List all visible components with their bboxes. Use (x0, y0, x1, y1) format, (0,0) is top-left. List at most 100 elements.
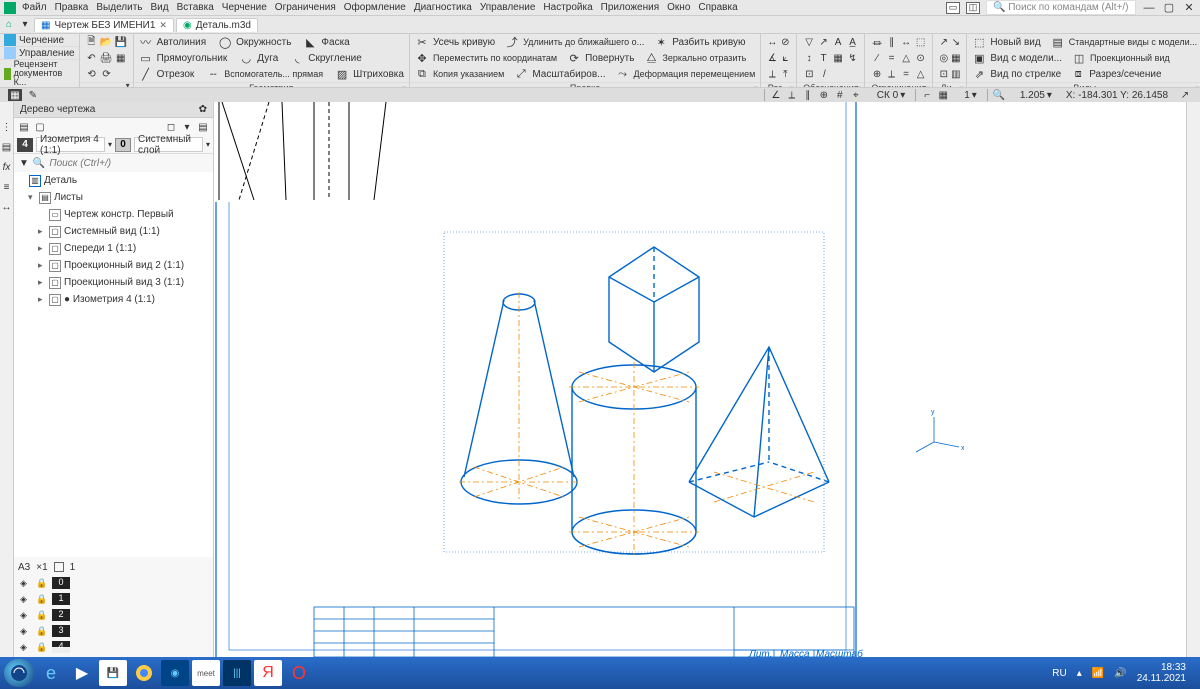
rect-button[interactable]: Прямоугольник (157, 53, 228, 64)
arc-icon[interactable]: ◡ (239, 51, 253, 65)
copy-icon[interactable]: ⧉ (415, 67, 429, 81)
dim5-icon[interactable]: ⟂ (766, 67, 778, 81)
tb-meet-icon[interactable]: meet (192, 660, 220, 686)
tb-save-icon[interactable]: 💾 (99, 660, 127, 686)
stdviews-icon[interactable]: ▤ (1051, 35, 1065, 49)
projview-icon[interactable]: ◫ (1072, 51, 1086, 65)
layer-row[interactable]: ◈🔒3 (18, 623, 209, 639)
move-button[interactable]: Переместить по координатам (433, 54, 557, 63)
new-icon[interactable]: 🗎 (85, 35, 99, 49)
sb-anchor-icon[interactable]: ⌖ (849, 89, 863, 101)
tree-sheet1[interactable]: Чертеж констр. Первый (64, 209, 174, 220)
sb-grid-icon[interactable]: ▦ (8, 89, 22, 101)
trim-icon[interactable]: ✂ (415, 35, 429, 49)
tb-vol-icon[interactable]: 🔊 (1114, 668, 1126, 679)
tree-filter-icon[interactable]: ▼ (19, 158, 29, 169)
command-search[interactable]: 🔍 Поиск по командам (Alt+/) (986, 0, 1136, 15)
prop-icon[interactable]: ▦ (114, 51, 128, 65)
c4-icon[interactable]: ⬚ (914, 35, 928, 49)
dim3-icon[interactable]: ∡ (766, 51, 778, 65)
menu-constraints[interactable]: Ограничения (275, 2, 336, 13)
tb-wmp-icon[interactable]: ▶ (68, 660, 96, 686)
d6-icon[interactable]: ▥ (950, 67, 961, 81)
orient-box[interactable] (54, 562, 64, 572)
c6-icon[interactable]: = (885, 51, 899, 65)
c7-icon[interactable]: △ (899, 51, 913, 65)
lm-sheet-icon[interactable]: ▤ (1, 142, 13, 154)
ann10-icon[interactable]: / (817, 67, 831, 81)
ann9-icon[interactable]: ⊡ (802, 67, 816, 81)
tb-lang[interactable]: RU (1052, 668, 1066, 679)
mirror-icon[interactable]: ⧋ (644, 51, 658, 65)
save-icon[interactable]: 💾 (114, 35, 128, 49)
hatch-button[interactable]: Штриховка (353, 69, 404, 80)
lm-list-icon[interactable]: ≡ (1, 182, 13, 194)
chamfer-icon[interactable]: ◣ (303, 35, 317, 49)
menu-help[interactable]: Справка (698, 2, 737, 13)
tb-clock[interactable]: 18:3324.11.2021 (1137, 662, 1186, 684)
dim4-icon[interactable]: ⟀ (779, 51, 791, 65)
chamfer-button[interactable]: Фаска (321, 37, 349, 48)
layer-row[interactable]: ◈🔒1 (18, 591, 209, 607)
tree-view3[interactable]: Проекционный вид 3 (1:1) (64, 277, 184, 288)
c9-icon[interactable]: ⊕ (870, 67, 884, 81)
tb-stripes-icon[interactable]: ||| (223, 660, 251, 686)
tab-dd-icon[interactable]: ▾ (18, 18, 32, 32)
fillet-button[interactable]: Скругление (308, 53, 362, 64)
arrowview-button[interactable]: Вид по стрелке (990, 69, 1061, 80)
tree-view4[interactable]: ● Изометрия 4 (1:1) (64, 294, 155, 305)
section-icon[interactable]: ⧈ (1071, 67, 1085, 81)
d2-icon[interactable]: ↘ (950, 35, 961, 49)
deform-button[interactable]: Деформация перемещением (633, 70, 755, 79)
fillet-icon[interactable]: ◟ (290, 51, 304, 65)
view-combo[interactable]: Изометрия 4 (1:1) (36, 137, 105, 152)
tp-i4-icon[interactable]: ▾ (180, 120, 194, 134)
layer-row[interactable]: ◈🔒4 (18, 639, 209, 655)
menu-file[interactable]: Файл (22, 2, 47, 13)
segment-button[interactable]: Отрезок (157, 69, 195, 80)
menu-settings[interactable]: Настройка (543, 2, 592, 13)
lm-fx-icon[interactable]: fx (1, 162, 13, 174)
constrline-icon[interactable]: ╌ (206, 67, 220, 81)
tp-i3-icon[interactable]: ◻ (164, 120, 178, 134)
fwd-icon[interactable]: ⟳ (100, 67, 114, 81)
extend-icon[interactable]: ⤴ (505, 35, 519, 49)
menu-apps[interactable]: Приложения (601, 2, 660, 13)
maximize-button[interactable]: ▢ (1162, 3, 1176, 13)
d3-icon[interactable]: ◎ (938, 51, 949, 65)
menu-window[interactable]: Окно (667, 2, 690, 13)
rect-icon[interactable]: ▭ (139, 51, 153, 65)
minimize-button[interactable]: — (1142, 3, 1156, 13)
tree-gear-icon[interactable]: ✿ (199, 104, 207, 115)
ann4-icon[interactable]: A̲ (846, 35, 860, 49)
sko-combo[interactable]: СК 0 ▾ (873, 90, 909, 101)
ribbon-tab-drawing[interactable]: Черчение (0, 34, 79, 47)
ann7-icon[interactable]: ▦ (831, 51, 845, 65)
arrowview-icon[interactable]: ⇗ (972, 67, 986, 81)
move-icon[interactable]: ✥ (415, 51, 429, 65)
tree-view1[interactable]: Спереди 1 (1:1) (64, 243, 136, 254)
sb-cs2-icon[interactable]: ▦ (936, 89, 950, 101)
tab-close-icon[interactable]: ✕ (159, 20, 167, 31)
segment-icon[interactable]: ╱ (139, 67, 153, 81)
section-button[interactable]: Разрез/сечение (1089, 69, 1161, 80)
c5-icon[interactable]: ∕ (870, 51, 884, 65)
sb-last-icon[interactable]: ↗ (1178, 89, 1192, 101)
tb-ie-icon[interactable]: e (37, 660, 65, 686)
ann6-icon[interactable]: T (817, 51, 831, 65)
tab-part[interactable]: ◉Деталь.m3d (176, 18, 258, 32)
menu-diag[interactable]: Диагностика (414, 2, 472, 13)
break-button[interactable]: Разбить кривую (672, 37, 745, 48)
circle-icon[interactable]: ◯ (218, 35, 232, 49)
layer-row[interactable]: ◈🔒0 (18, 575, 209, 591)
projview-button[interactable]: Проекционный вид (1090, 54, 1170, 63)
layout2-icon[interactable]: ◫ (966, 2, 980, 14)
arc-button[interactable]: Дуга (257, 53, 278, 64)
menu-select[interactable]: Выделить (96, 2, 142, 13)
start-button[interactable] (4, 659, 34, 687)
close-button[interactable]: ✕ (1182, 3, 1196, 13)
layout1-icon[interactable]: ▭ (946, 2, 960, 14)
tp-i1-icon[interactable]: ▤ (17, 120, 31, 134)
sb-par-icon[interactable]: ∥ (801, 89, 815, 101)
dim1-icon[interactable]: ↔ (766, 35, 778, 49)
